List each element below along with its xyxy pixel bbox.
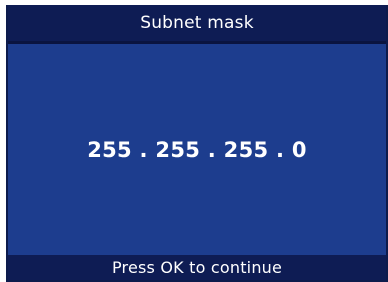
device-screen: Subnet mask 255 . 255 . 255 . 0 Press OK… xyxy=(6,5,388,282)
value-display: 255 . 255 . 255 . 0 xyxy=(8,44,386,255)
screen-title: Subnet mask xyxy=(140,13,254,33)
title-bar: Subnet mask xyxy=(8,5,386,44)
footer-bar: Press OK to continue xyxy=(8,255,386,280)
continue-hint: Press OK to continue xyxy=(111,258,283,277)
subnet-mask-value: 255 . 255 . 255 . 0 xyxy=(87,137,307,162)
